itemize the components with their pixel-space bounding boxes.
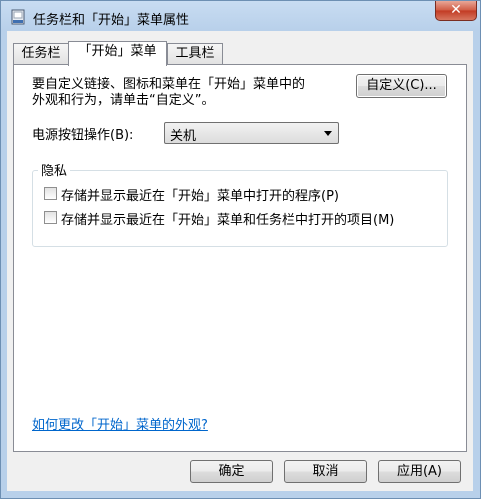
help-link[interactable]: 如何更改「开始」菜单的外观?: [32, 414, 208, 433]
customize-button[interactable]: 自定义(C)...: [356, 74, 447, 98]
tab-toolbars[interactable]: 工具栏: [167, 43, 223, 65]
power-button-value: 关机: [170, 129, 197, 144]
recent-items-checkbox[interactable]: [44, 211, 57, 224]
cancel-button[interactable]: 取消: [284, 460, 367, 483]
tab-start-menu[interactable]: 「开始」菜单: [68, 41, 167, 66]
recent-programs-checkbox[interactable]: [44, 187, 57, 200]
tab-taskbar[interactable]: 任务栏: [13, 43, 69, 65]
description-line-2: 外观和行为，请单击“自定义”。: [32, 93, 215, 108]
taskbar-properties-icon: [11, 9, 25, 25]
recent-programs-label[interactable]: 存储并显示最近在「开始」菜单中打开的程序(P): [61, 185, 339, 204]
privacy-group-title: 隐私: [38, 160, 71, 179]
close-button[interactable]: ✕: [435, 1, 477, 21]
recent-items-label[interactable]: 存储并显示最近在「开始」菜单和任务栏中打开的项目(M): [61, 209, 394, 228]
apply-button[interactable]: 应用(A): [378, 460, 461, 483]
customize-description: 要自定义链接、图标和菜单在「开始」菜单中的 外观和行为，请单击“自定义”。: [32, 77, 352, 109]
title-bar[interactable]: 任务栏和「开始」菜单属性 ✕: [1, 1, 480, 33]
dropdown-arrow-icon: [324, 131, 332, 136]
description-line-1: 要自定义链接、图标和菜单在「开始」菜单中的: [32, 77, 306, 92]
power-button-select[interactable]: 关机: [164, 122, 339, 144]
ok-button[interactable]: 确定: [190, 460, 273, 483]
window-title: 任务栏和「开始」菜单属性: [33, 13, 190, 28]
power-button-label: 电源按钮操作(B):: [32, 128, 134, 143]
